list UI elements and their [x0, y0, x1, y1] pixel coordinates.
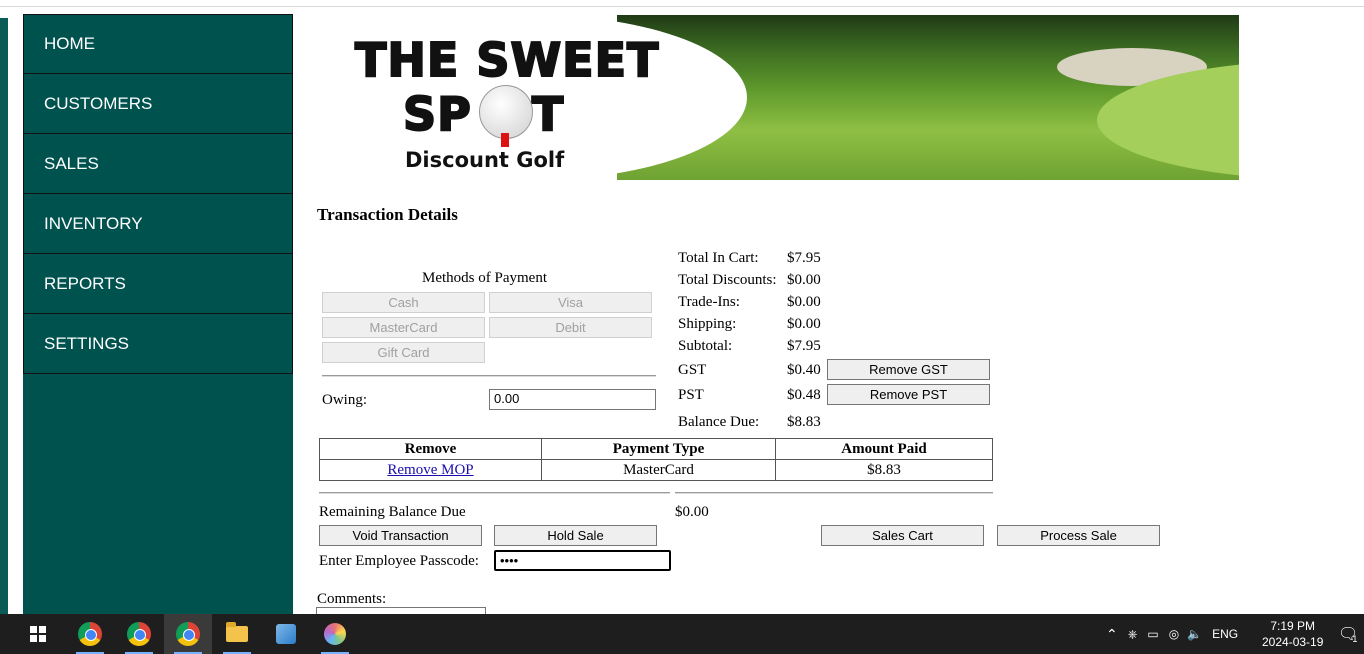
meet-icon[interactable]: ⎈: [1128, 627, 1138, 642]
language-indicator[interactable]: ENG: [1212, 627, 1238, 641]
total-discounts-value: $0.00: [787, 272, 821, 288]
pst-value: $0.48: [787, 387, 821, 403]
passcode-field[interactable]: ••••: [494, 550, 671, 571]
nav-inventory[interactable]: INVENTORY: [23, 194, 293, 254]
logo-text-line1: THE SWEET: [354, 32, 660, 88]
system-tray: ⌃ ⎈ ▭ ◎ 🔈 ENG: [1106, 614, 1238, 654]
logo-text-sp: SP: [402, 86, 472, 142]
golf-ball-icon: [479, 85, 533, 139]
debit-button[interactable]: Debit: [489, 317, 652, 338]
taskbar-chrome-2[interactable]: [115, 614, 163, 654]
golf-tee-icon: [501, 133, 509, 147]
shipping-value: $0.00: [787, 316, 821, 332]
window-top-edge: [0, 6, 1364, 7]
wifi-icon[interactable]: ◎: [1169, 627, 1179, 641]
column-header-remove: Remove: [319, 438, 542, 460]
chevron-up-icon[interactable]: ⌃: [1106, 626, 1118, 643]
balance-due-label: Balance Due:: [678, 414, 760, 430]
taskbar-chrome-1[interactable]: [66, 614, 114, 654]
total-discounts-label: Total Discounts:: [678, 272, 777, 288]
amount-paid-cell: $8.83: [775, 459, 993, 481]
void-transaction-button[interactable]: Void Transaction: [319, 525, 482, 546]
volume-icon[interactable]: 🔈: [1187, 627, 1202, 641]
sales-cart-button[interactable]: Sales Cart: [821, 525, 984, 546]
payment-methods-heading: Methods of Payment: [422, 270, 547, 286]
divider: [322, 375, 656, 377]
taskbar-snipping-tool[interactable]: [262, 614, 310, 654]
clock-time: 7:19 PM: [1270, 619, 1316, 633]
remaining-balance-label: Remaining Balance Due: [319, 504, 466, 520]
nav-home[interactable]: HOME: [23, 14, 293, 74]
notification-center[interactable]: 🗨 1: [1338, 614, 1358, 654]
remove-mop-link[interactable]: Remove MOP: [387, 462, 473, 478]
chrome-icon: [176, 622, 200, 646]
chrome-icon: [127, 622, 151, 646]
chrome-icon: [78, 622, 102, 646]
divider: [319, 492, 670, 494]
windows-icon: [30, 626, 46, 642]
remove-gst-button[interactable]: Remove GST: [827, 359, 990, 380]
column-header-amount-paid: Amount Paid: [775, 438, 993, 460]
payment-type-cell: MasterCard: [541, 459, 776, 481]
shipping-label: Shipping:: [678, 316, 737, 332]
logo-subtitle: Discount Golf: [405, 148, 565, 172]
clock[interactable]: 7:19 PM 2024-03-19: [1262, 614, 1323, 654]
remove-pst-button[interactable]: Remove PST: [827, 384, 990, 405]
trade-ins-label: Trade-Ins:: [678, 294, 740, 310]
notification-count: 1: [1352, 634, 1358, 644]
taskbar-paint[interactable]: [311, 614, 359, 654]
table-row: Remove MOP MasterCard $8.83: [319, 459, 993, 481]
total-in-cart-value: $7.95: [787, 250, 821, 266]
visa-button[interactable]: Visa: [489, 292, 652, 313]
gift-card-button[interactable]: Gift Card: [322, 342, 485, 363]
mastercard-button[interactable]: MasterCard: [322, 317, 485, 338]
divider: [675, 492, 993, 494]
process-sale-button[interactable]: Process Sale: [997, 525, 1160, 546]
snipping-tool-icon: [276, 624, 296, 644]
nav-customers[interactable]: CUSTOMERS: [23, 74, 293, 134]
trade-ins-value: $0.00: [787, 294, 821, 310]
total-in-cart-label: Total In Cart:: [678, 250, 759, 266]
folder-icon: [226, 622, 248, 642]
table-header-row: Remove Payment Type Amount Paid: [319, 438, 993, 460]
nav-sales[interactable]: SALES: [23, 134, 293, 194]
owing-field[interactable]: 0.00: [489, 389, 656, 410]
subtotal-value: $7.95: [787, 338, 821, 354]
page-title: Transaction Details: [317, 205, 458, 224]
clock-date: 2024-03-19: [1262, 635, 1324, 649]
balance-due-value: $8.83: [787, 414, 821, 430]
battery-icon[interactable]: ▭: [1147, 627, 1158, 641]
payments-table: Remove Payment Type Amount Paid Remove M…: [319, 438, 993, 481]
owing-label: Owing:: [322, 392, 367, 408]
nav-reports[interactable]: REPORTS: [23, 254, 293, 314]
start-button[interactable]: [14, 614, 62, 654]
sidebar-nav: HOME CUSTOMERS SALES INVENTORY REPORTS S…: [23, 14, 293, 614]
cash-button[interactable]: Cash: [322, 292, 485, 313]
gst-label: GST: [678, 362, 707, 378]
taskbar-chrome-3[interactable]: [164, 614, 212, 654]
hold-sale-button[interactable]: Hold Sale: [494, 525, 657, 546]
background-strip: [0, 18, 8, 618]
comments-label: Comments:: [317, 591, 387, 607]
nav-settings[interactable]: SETTINGS: [23, 314, 293, 374]
gst-value: $0.40: [787, 362, 821, 378]
column-header-payment-type: Payment Type: [541, 438, 776, 460]
remove-cell: Remove MOP: [319, 459, 542, 481]
taskbar-file-explorer[interactable]: [213, 614, 261, 654]
paint-icon: [324, 623, 346, 645]
remaining-balance-value: $0.00: [675, 504, 709, 520]
logo-text-t: T: [531, 86, 565, 142]
store-banner: THE SWEET SP T Discount Golf: [317, 15, 1239, 180]
pst-label: PST: [678, 387, 704, 403]
subtotal-label: Subtotal:: [678, 338, 733, 354]
passcode-label: Enter Employee Passcode:: [319, 553, 479, 569]
